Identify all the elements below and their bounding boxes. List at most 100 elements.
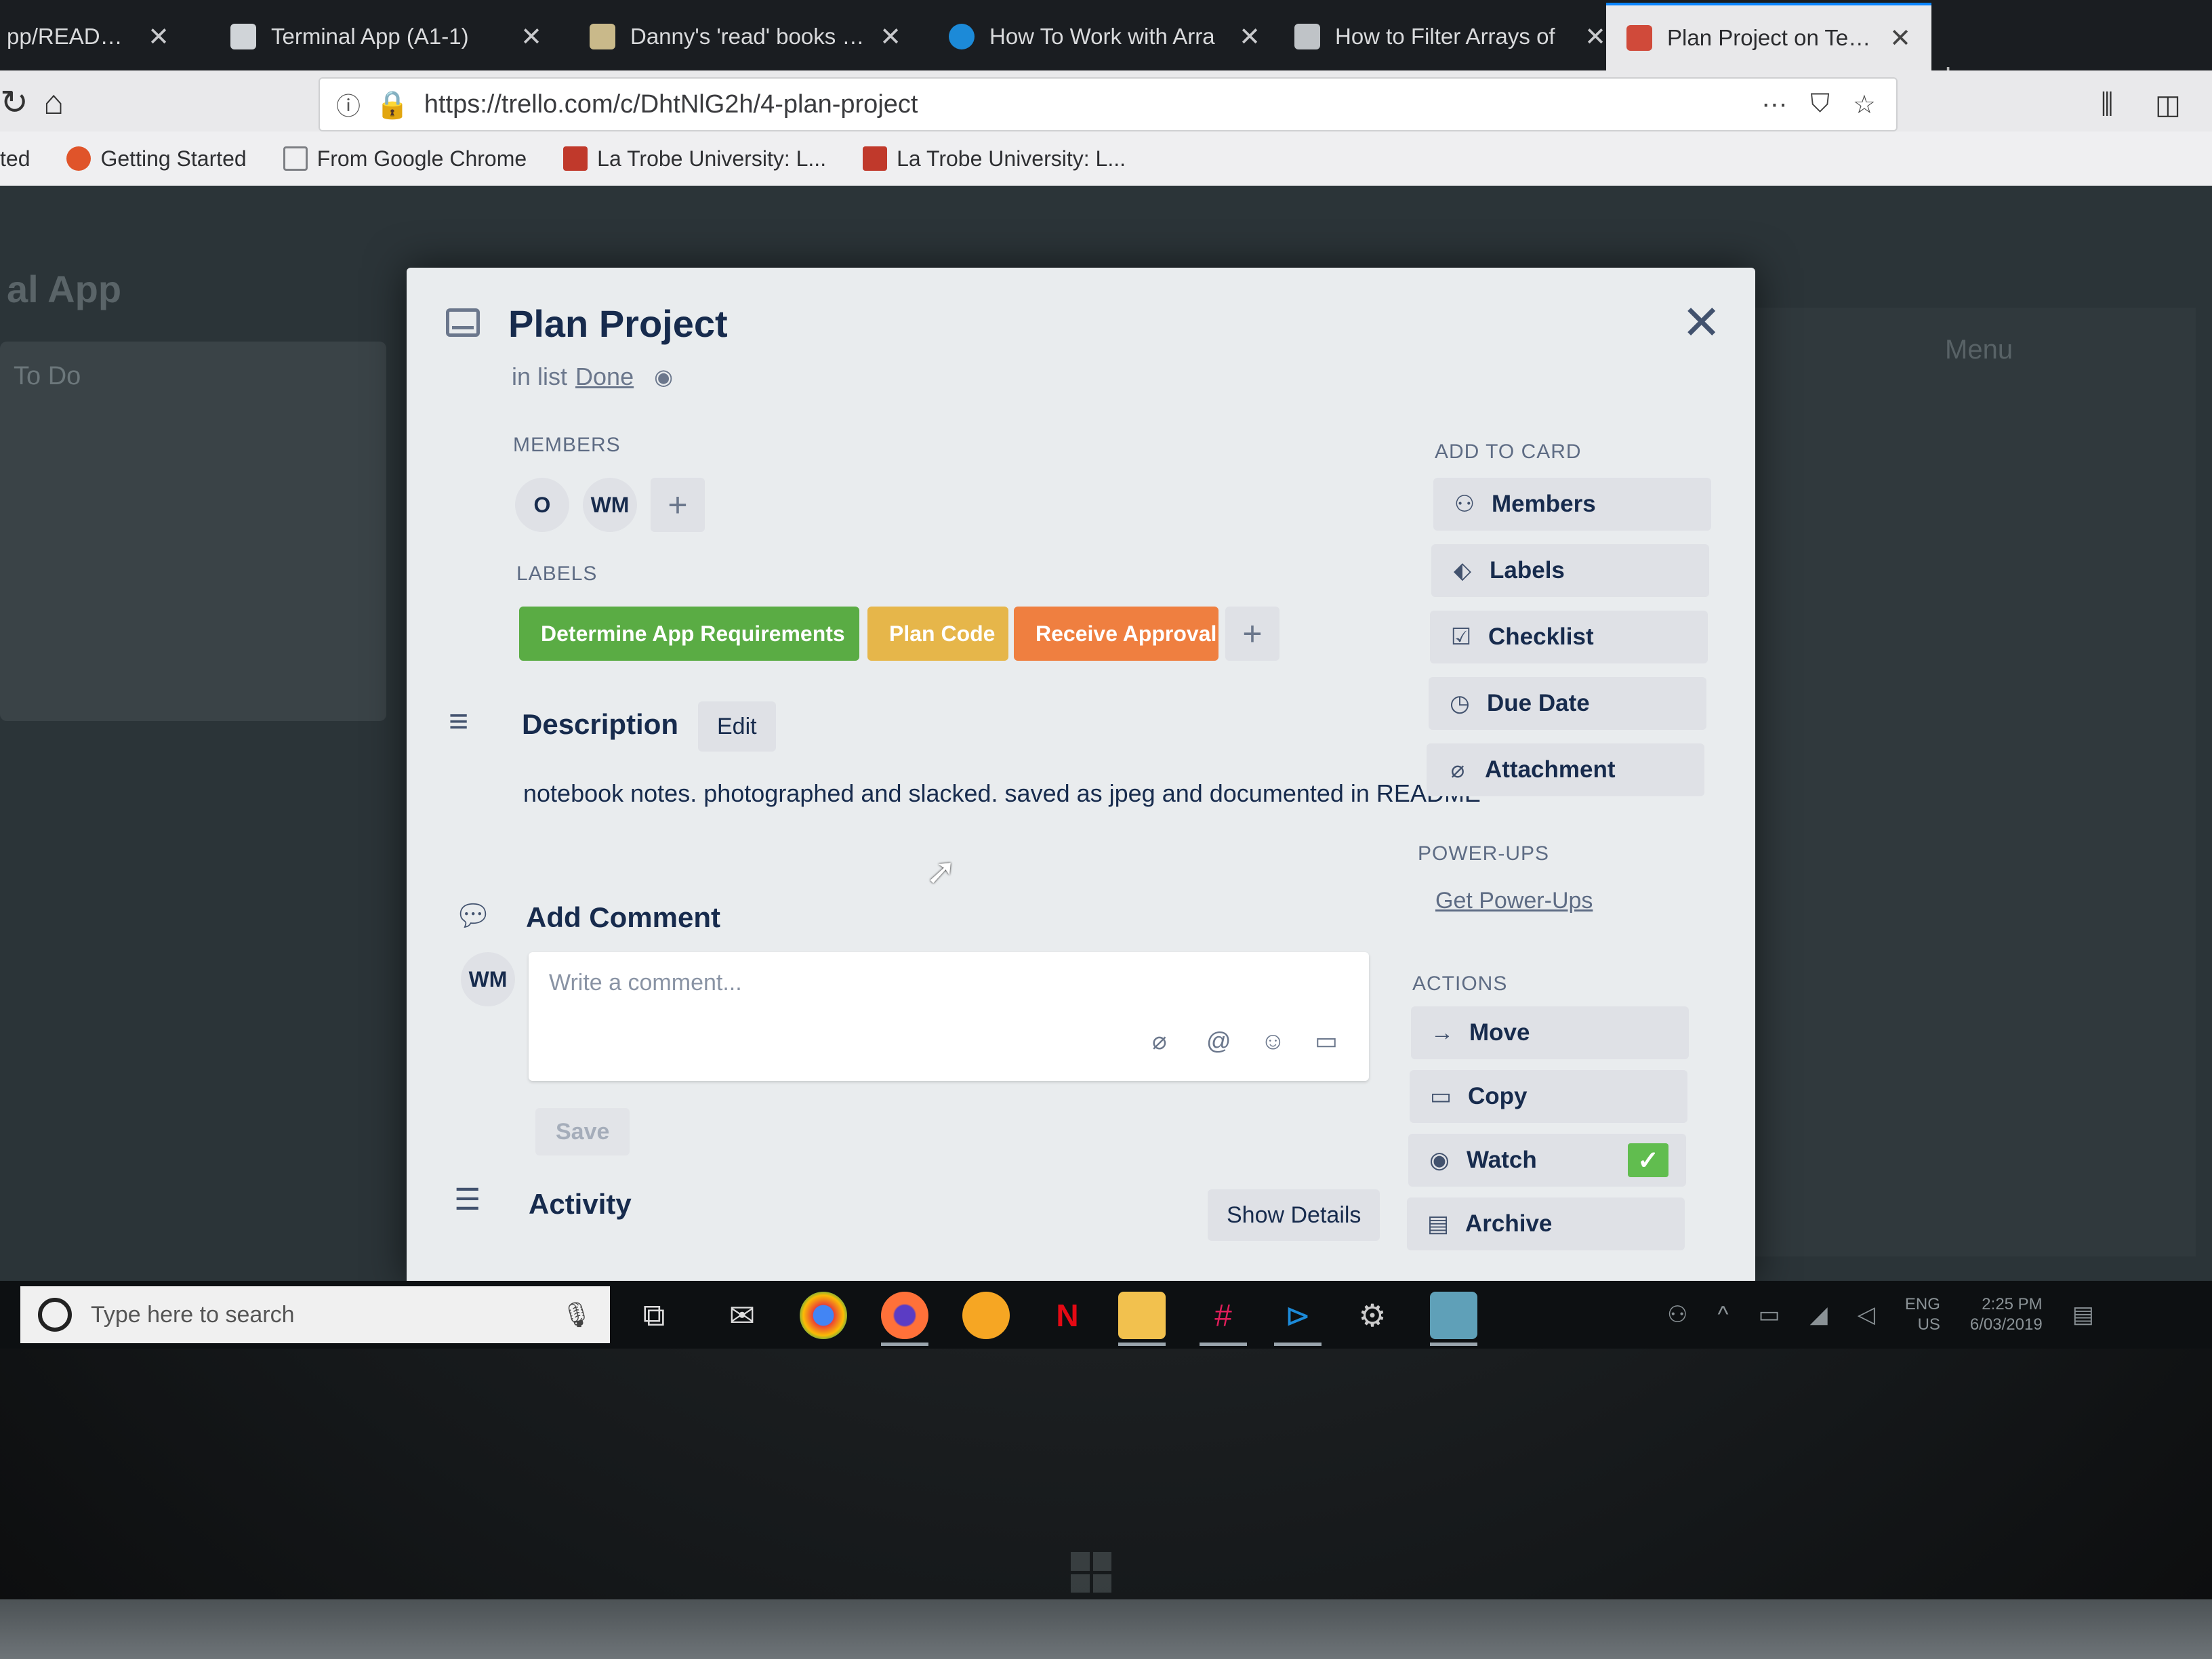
reload-icon[interactable]: ↻ — [0, 83, 28, 122]
sidebar-toggle-icon[interactable]: ◫ — [2155, 89, 2181, 121]
card-icon[interactable]: ▭ — [1315, 1027, 1338, 1055]
tag-icon: ⬖ — [1453, 558, 1472, 583]
close-icon[interactable]: ✕ — [1889, 23, 1911, 54]
tab-favicon — [1626, 25, 1652, 51]
bookmark-getting-started[interactable]: Getting Started — [66, 146, 247, 171]
emoji-icon[interactable]: ☺ — [1261, 1027, 1286, 1055]
url-text: https://trello.com/c/DhtNlG2h/4-plan-pro… — [424, 89, 918, 119]
add-comment-heading: Add Comment — [526, 901, 720, 933]
bookmark-folder-from-chrome[interactable]: From Google Chrome — [283, 146, 527, 171]
list-link[interactable]: Done — [575, 363, 634, 391]
show-details-button[interactable]: Show Details — [1208, 1189, 1380, 1241]
add-to-card-heading: ADD TO CARD — [1435, 441, 1582, 463]
windows-taskbar: Type here to search 🎙︎ ⧉ ✉ N # ⊳ ⚙ ⚇ ^ ▭… — [0, 1281, 2212, 1349]
card-icon: ▭ — [1429, 1084, 1452, 1109]
checkmark-icon: ✓ — [1628, 1143, 1668, 1177]
clock[interactable]: 2:25 PM 6/03/2019 — [1970, 1294, 2043, 1335]
volume-icon[interactable]: ◁ — [1858, 1301, 1875, 1328]
mouse-cursor-icon: ➚ — [926, 851, 957, 892]
vscode-icon[interactable]: ⊳ — [1274, 1292, 1322, 1346]
edit-description-button[interactable]: Edit — [698, 701, 776, 752]
save-button[interactable]: Save — [535, 1108, 630, 1155]
paperclip-icon[interactable]: ⌀ — [1152, 1027, 1167, 1055]
add-label-button[interactable]: + — [1225, 607, 1279, 661]
watch-button[interactable]: ◉ Watch ✓ — [1408, 1134, 1686, 1187]
move-button[interactable]: → Move — [1411, 1006, 1689, 1059]
add-member-button[interactable]: + — [651, 478, 705, 532]
tab-favicon — [590, 24, 615, 49]
attachment-button[interactable]: ⌀ Attachment — [1427, 743, 1704, 796]
mention-icon[interactable]: @ — [1206, 1027, 1231, 1055]
due-date-button[interactable]: ◷ Due Date — [1429, 677, 1706, 730]
archive-button[interactable]: ▤ Archive — [1407, 1197, 1685, 1250]
members-button[interactable]: ⚇ Members — [1433, 478, 1711, 531]
bookmark-star-icon[interactable]: ☆ — [1853, 89, 1876, 120]
library-icon[interactable]: ⫼ — [2101, 89, 2113, 120]
chrome-icon[interactable] — [800, 1292, 847, 1339]
actions-heading: ACTIONS — [1412, 972, 1508, 995]
label-chip[interactable]: Receive Approval — [1014, 607, 1218, 661]
settings-gear-icon[interactable]: ⚙ — [1349, 1292, 1396, 1339]
copy-button[interactable]: ▭ Copy — [1410, 1070, 1687, 1123]
lock-icon: 🔒 — [375, 89, 409, 120]
notification-icon[interactable]: ▤ — [2072, 1301, 2094, 1328]
mail-icon[interactable]: ✉ — [718, 1292, 766, 1339]
tab-terminal-app[interactable]: Terminal App (A1-1) ✕ — [210, 3, 562, 70]
bookmark-la-trobe-2[interactable]: La Trobe University: L... — [863, 146, 1126, 171]
netflix-icon[interactable]: N — [1044, 1292, 1091, 1339]
tab-work-with-arrays[interactable]: How To Work with Arra ✕ — [928, 3, 1281, 70]
checklist-button[interactable]: ☑ Checklist — [1430, 611, 1708, 663]
label-chip[interactable]: Determine App Requirements — [519, 607, 859, 661]
wifi-icon[interactable]: ◢ — [1810, 1301, 1828, 1328]
url-bar[interactable]: ⓘ 🔒 https://trello.com/c/DhtNlG2h/4-plan… — [319, 77, 1898, 131]
task-view-icon[interactable]: ⧉ — [630, 1292, 678, 1339]
close-icon[interactable]: ✕ — [880, 22, 901, 52]
tab-plan-project[interactable]: Plan Project on Terminal ✕ — [1606, 3, 1931, 70]
labels-button[interactable]: ⬖ Labels — [1431, 544, 1709, 597]
search-placeholder: Type here to search — [91, 1301, 295, 1328]
latrobe-icon — [863, 146, 888, 171]
close-icon[interactable]: ✕ — [148, 22, 169, 52]
battery-icon[interactable]: ▭ — [1758, 1301, 1780, 1328]
comment-box[interactable]: ⌀ @ ☺ ▭ — [529, 952, 1369, 1081]
chevron-up-icon[interactable]: ^ — [1717, 1302, 1728, 1328]
language-indicator[interactable]: ENG US — [1905, 1294, 1940, 1335]
close-icon[interactable]: ✕ — [1584, 22, 1606, 52]
people-icon[interactable]: ⚇ — [1667, 1301, 1687, 1328]
microphone-icon[interactable]: 🎙︎ — [561, 1300, 592, 1329]
avatar: WM — [461, 952, 515, 1006]
taskbar-search[interactable]: Type here to search 🎙︎ — [20, 1286, 610, 1343]
app-icon[interactable] — [962, 1292, 1010, 1339]
info-icon[interactable]: ⓘ — [336, 87, 361, 122]
label-chip[interactable]: Plan Code — [867, 607, 1008, 661]
system-tray: ⚇ ^ ▭ ◢ ◁ ENG US 2:25 PM 6/03/2019 ▤ — [1667, 1294, 2094, 1335]
comment-input[interactable] — [549, 970, 1227, 996]
folder-icon — [283, 146, 308, 171]
close-icon[interactable]: ✕ — [520, 22, 542, 52]
laptop-hinge — [0, 1599, 2212, 1659]
pocket-icon[interactable]: ⛉ — [1810, 89, 1830, 120]
board-menu-panel: Menu — [1721, 308, 2196, 1256]
bookmark-item[interactable]: ted — [0, 146, 30, 171]
home-icon[interactable]: ⌂ — [43, 83, 64, 122]
tab-readme[interactable]: pp/README ✕ — [0, 3, 190, 70]
more-actions-icon[interactable]: ⋯ — [1761, 89, 1787, 120]
tab-filter-arrays[interactable]: How to Filter Arrays of ✕ — [1274, 3, 1626, 70]
paperclip-icon: ⌀ — [1450, 757, 1465, 783]
tab-goodreads[interactable]: Danny's 'read' books on ✕ — [569, 3, 922, 70]
get-powerups-link[interactable]: Get Power-Ups — [1435, 888, 1593, 914]
firefox-icon[interactable] — [881, 1292, 928, 1346]
app-icon[interactable] — [1430, 1292, 1477, 1346]
bookmark-la-trobe-1[interactable]: La Trobe University: L... — [563, 146, 826, 171]
board-list: To Do — [0, 342, 386, 721]
file-explorer-icon[interactable] — [1118, 1292, 1166, 1346]
slack-icon[interactable]: # — [1200, 1292, 1247, 1346]
close-icon[interactable]: ✕ — [1239, 22, 1261, 52]
monitor-screen: pp/README ✕ Terminal App (A1-1) ✕ Danny'… — [0, 0, 2212, 1349]
avatar[interactable]: O — [515, 478, 569, 532]
card-title[interactable]: Plan Project — [508, 302, 728, 346]
description-icon: ≡ — [449, 702, 469, 740]
avatar[interactable]: WM — [583, 478, 637, 532]
close-icon[interactable]: ✕ — [1681, 295, 1721, 350]
labels-heading: LABELS — [516, 562, 598, 585]
